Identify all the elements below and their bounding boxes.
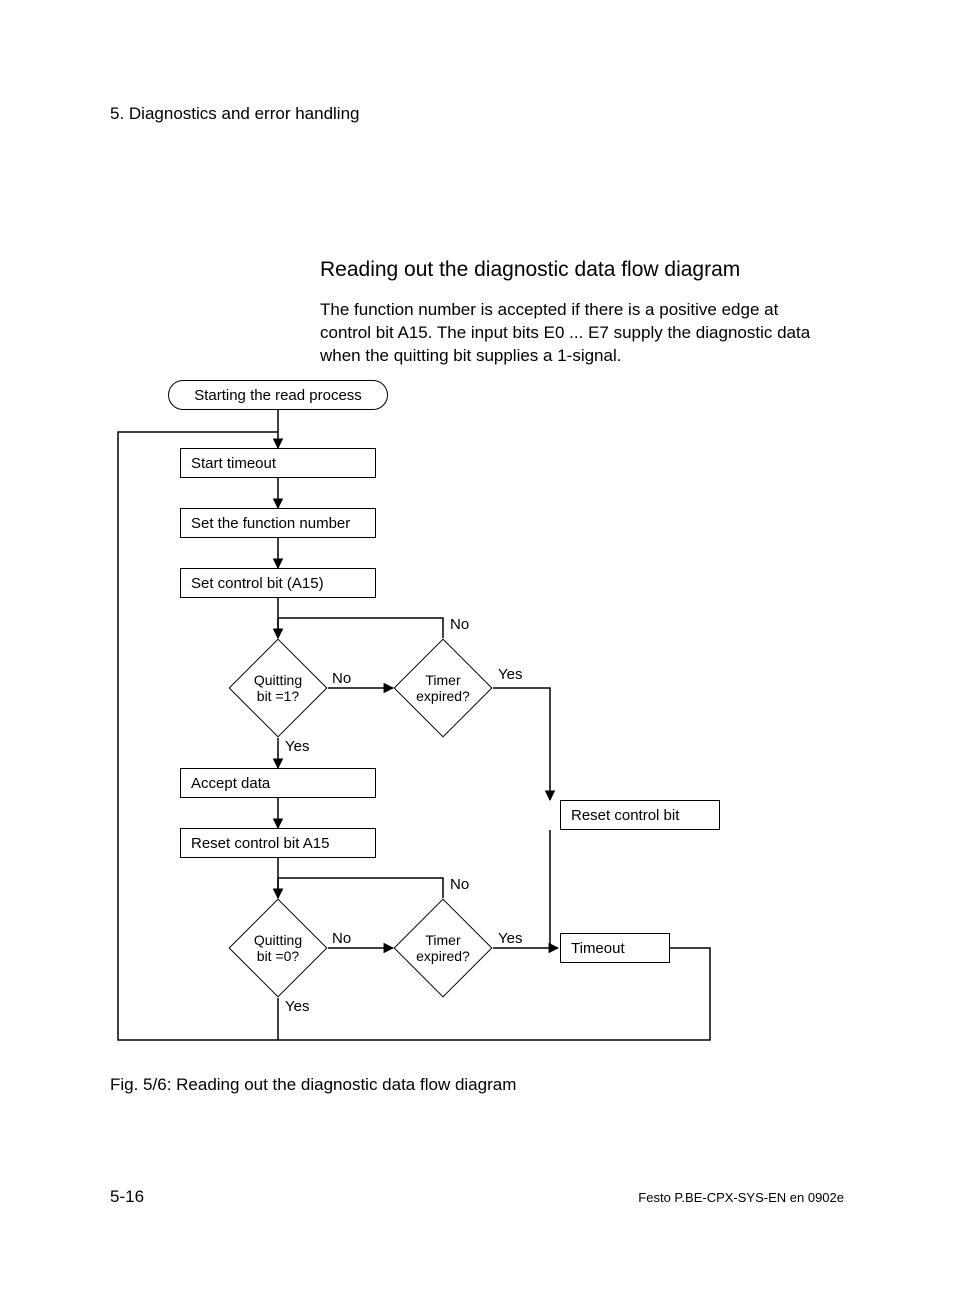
flow-start-timeout: Start timeout: [180, 448, 376, 478]
intro-paragraph: The function number is accepted if there…: [320, 299, 820, 368]
edge-no: No: [450, 616, 469, 633]
flow-decision-quitting1-label: Quitting bit =1?: [228, 638, 328, 738]
flow-reset-a15: Reset control bit A15: [180, 828, 376, 858]
page-number: 5-16: [110, 1187, 144, 1207]
flow-decision-quitting0-label: Quitting bit =0?: [228, 898, 328, 998]
flow-decision-timer1: Timer expired?: [393, 638, 493, 738]
flow-set-function-number: Set the function number: [180, 508, 376, 538]
edge-no: No: [332, 670, 351, 687]
flow-start: Starting the read process: [168, 380, 388, 410]
flow-decision-timer2: Timer expired?: [393, 898, 493, 998]
edge-yes: Yes: [498, 666, 522, 683]
flow-decision-quitting0: Quitting bit =0?: [228, 898, 328, 998]
flow-decision-quitting1: Quitting bit =1?: [228, 638, 328, 738]
flow-decision-timer2-label: Timer expired?: [393, 898, 493, 998]
flow-reset-control-bit: Reset control bit: [560, 800, 720, 830]
edge-yes: Yes: [498, 930, 522, 947]
section-heading: 5. Diagnostics and error handling: [110, 104, 359, 124]
edge-no: No: [332, 930, 351, 947]
page-title: Reading out the diagnostic data flow dia…: [320, 258, 740, 282]
flow-decision-timer1-label: Timer expired?: [393, 638, 493, 738]
figure-caption: Fig. 5/6: Reading out the diagnostic dat…: [110, 1075, 516, 1095]
flow-accept-data: Accept data: [180, 768, 376, 798]
edge-yes: Yes: [285, 998, 309, 1015]
edge-no: No: [450, 876, 469, 893]
flowchart: Starting the read process Start timeout …: [110, 380, 850, 1060]
flow-set-control-bit: Set control bit (A15): [180, 568, 376, 598]
edge-yes: Yes: [285, 738, 309, 755]
footer-doc-id: Festo P.BE-CPX-SYS-EN en 0902e: [638, 1190, 844, 1205]
flow-timeout: Timeout: [560, 933, 670, 963]
